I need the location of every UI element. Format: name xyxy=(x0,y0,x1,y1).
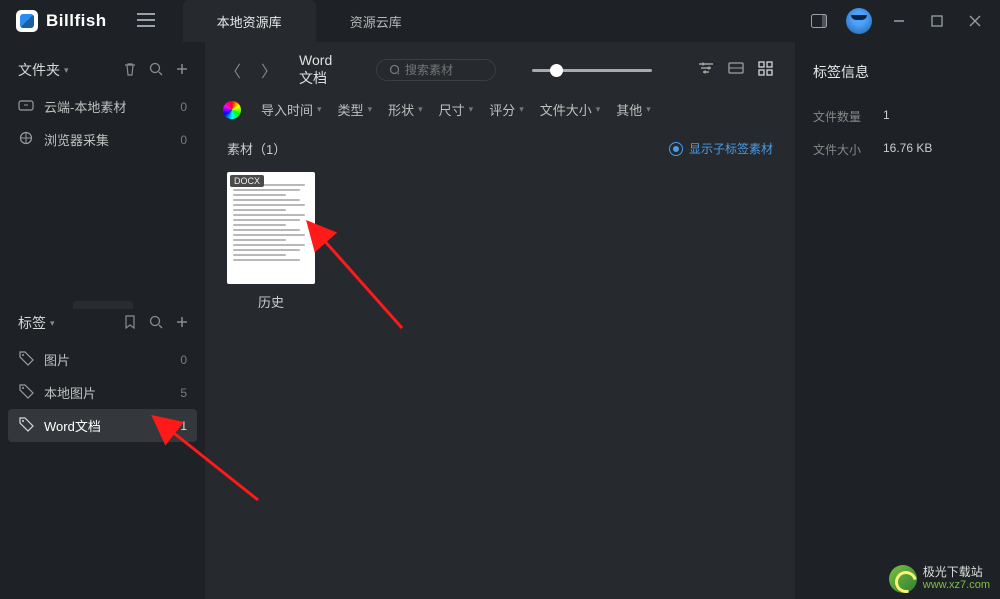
tags-section: 标签▾ 图片 0 本地图片 5 Word文档 1 xyxy=(0,309,205,442)
filter-bar: 导入时间 类型 形状 尺寸 评分 文件大小 其他 xyxy=(205,94,795,129)
titlebar: Billfish 本地资源库 资源云库 xyxy=(0,0,1000,42)
filter-type[interactable]: 类型 xyxy=(338,100,373,119)
tag-item-label: Word文档 xyxy=(44,416,101,435)
tag-item-image[interactable]: 图片 0 xyxy=(0,343,205,376)
nav-forward-icon[interactable]: 〉 xyxy=(259,56,279,84)
menu-icon[interactable] xyxy=(137,13,155,30)
library-tabs: 本地资源库 资源云库 xyxy=(183,0,436,42)
asset-card[interactable]: DOCX 历史 xyxy=(227,172,315,311)
folder-item-count: 0 xyxy=(180,133,187,147)
asset-thumbnail: DOCX xyxy=(227,172,315,284)
search-input[interactable] xyxy=(405,63,483,77)
info-panel: 标签信息 文件数量 1 文件大小 16.76 KB xyxy=(795,42,1000,599)
show-subtag-toggle[interactable]: 显示子标签素材 xyxy=(669,140,773,157)
tab-local-library[interactable]: 本地资源库 xyxy=(183,0,316,42)
filter-filesize[interactable]: 文件大小 xyxy=(540,100,601,119)
window-close-icon[interactable] xyxy=(964,10,986,32)
tag-item-count: 5 xyxy=(180,386,187,400)
search-box[interactable] xyxy=(376,59,496,81)
tag-icon xyxy=(18,351,34,369)
folder-item-label: 浏览器采集 xyxy=(44,130,109,149)
folder-item-label: 云端-本地素材 xyxy=(44,97,126,116)
thumbnail-size-area xyxy=(532,69,682,72)
info-row-filesize: 文件大小 16.76 KB xyxy=(813,133,982,166)
tab-cloud-library[interactable]: 资源云库 xyxy=(316,0,436,42)
breadcrumb: Word文档 xyxy=(299,52,346,88)
view-filter-icon[interactable] xyxy=(698,61,714,79)
nav-back-icon[interactable]: 〈 xyxy=(223,56,243,84)
sidebar: 文件夹▾ 云端-本地素材 0 浏览器采集 0 标签▾ xyxy=(0,42,205,599)
folder-item-cloud-local[interactable]: 云端-本地素材 0 xyxy=(0,90,205,123)
tag-icon xyxy=(18,417,34,435)
color-filter-icon[interactable] xyxy=(223,101,241,119)
tag-item-local-image[interactable]: 本地图片 5 xyxy=(0,376,205,409)
filter-import-time[interactable]: 导入时间 xyxy=(261,100,322,119)
titlebar-right xyxy=(808,8,1000,34)
filter-other[interactable]: 其他 xyxy=(616,100,651,119)
radio-on-icon xyxy=(669,142,683,156)
tag-item-label: 图片 xyxy=(44,350,70,369)
search-icon xyxy=(389,64,399,77)
main-toolbar: 〈 〉 Word文档 xyxy=(205,42,795,94)
view-list-icon[interactable] xyxy=(728,61,744,79)
thumbnail-size-slider[interactable] xyxy=(532,69,652,72)
trash-icon[interactable] xyxy=(123,62,137,79)
filter-size[interactable]: 尺寸 xyxy=(439,100,474,119)
browser-collect-icon xyxy=(18,131,34,148)
app-logo: Billfish xyxy=(16,10,107,32)
folder-item-count: 0 xyxy=(180,100,187,114)
folder-item-browser-collect[interactable]: 浏览器采集 0 xyxy=(0,123,205,156)
tag-item-label: 本地图片 xyxy=(44,383,96,402)
tags-title[interactable]: 标签▾ xyxy=(18,313,55,333)
tag-item-count: 0 xyxy=(180,353,187,367)
slider-thumb[interactable] xyxy=(550,64,563,77)
folders-title[interactable]: 文件夹▾ xyxy=(18,60,69,80)
doc-preview-lines xyxy=(233,184,309,261)
add-folder-icon[interactable] xyxy=(175,62,189,79)
content-header: 素材（1） 显示子标签素材 xyxy=(205,129,795,166)
window-minimize-icon[interactable] xyxy=(888,10,910,32)
info-row-filecount: 文件数量 1 xyxy=(813,100,982,133)
asset-count: 素材（1） xyxy=(227,139,286,158)
app-logo-icon xyxy=(16,10,38,32)
panel-toggle-icon[interactable] xyxy=(808,10,830,32)
tag-item-word-doc[interactable]: Word文档 1 xyxy=(8,409,197,442)
watermark-icon xyxy=(889,565,917,593)
cloud-to-local-icon xyxy=(18,98,34,115)
filter-rating[interactable]: 评分 xyxy=(489,100,524,119)
main-panel: 〈 〉 Word文档 导入时间 类型 形状 尺寸 xyxy=(205,42,795,599)
user-avatar[interactable] xyxy=(846,8,872,34)
add-tag-icon[interactable] xyxy=(175,315,189,332)
app-name: Billfish xyxy=(46,11,107,31)
watermark: 极光下载站 www.xz7.com xyxy=(889,565,990,593)
filter-shape[interactable]: 形状 xyxy=(388,100,423,119)
filetype-badge: DOCX xyxy=(230,175,264,187)
tag-icon xyxy=(18,384,34,402)
section-divider[interactable] xyxy=(73,301,133,309)
tag-item-count: 1 xyxy=(180,419,187,433)
asset-grid: DOCX 历史 xyxy=(205,166,795,317)
bookmark-icon[interactable] xyxy=(123,315,137,332)
search-icon[interactable] xyxy=(149,62,163,79)
folders-section: 文件夹▾ 云端-本地素材 0 浏览器采集 0 xyxy=(0,56,205,156)
window-maximize-icon[interactable] xyxy=(926,10,948,32)
search-icon[interactable] xyxy=(149,315,163,332)
info-panel-title: 标签信息 xyxy=(813,62,982,82)
view-grid-icon[interactable] xyxy=(758,61,773,79)
asset-name: 历史 xyxy=(258,292,284,311)
